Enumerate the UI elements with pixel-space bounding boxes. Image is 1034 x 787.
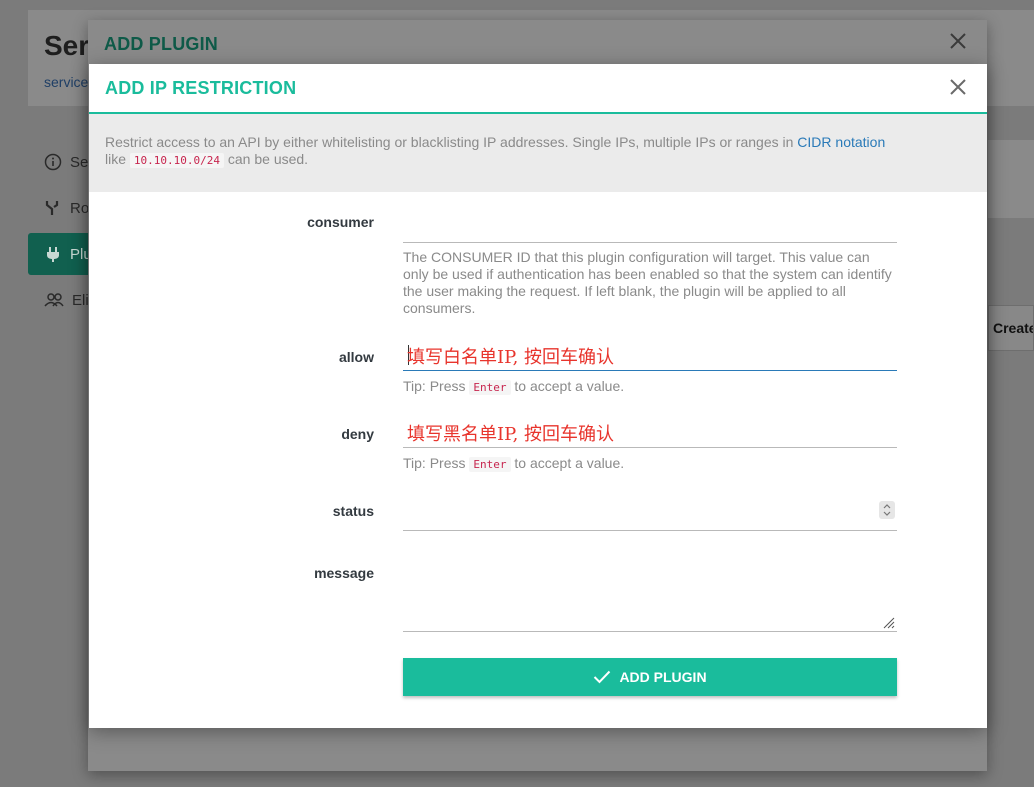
consumer-help: The CONSUMER ID that this plugin configu… (403, 249, 892, 316)
close-icon[interactable] (947, 30, 969, 52)
ip-restriction-modal: ADD IP RESTRICTION Restrict access to an… (89, 64, 987, 728)
create-button[interactable]: Create (988, 305, 1034, 351)
deny-input[interactable]: 填写黑名单IP, 按回车确认 (403, 420, 897, 448)
consumer-input[interactable] (403, 214, 897, 243)
tip-text: to accept a value. (510, 378, 625, 394)
background-panel (988, 140, 1034, 218)
deny-label: deny (341, 426, 374, 442)
resize-handle-icon[interactable] (881, 615, 895, 629)
enter-key-code: Enter (469, 380, 511, 395)
enter-key-code: Enter (469, 457, 511, 472)
cidr-notation-link[interactable]: CIDR notation (797, 134, 885, 150)
route-icon (45, 201, 59, 215)
modal-header: ADD IP RESTRICTION (89, 64, 987, 114)
description-text: like (105, 151, 130, 167)
allow-input[interactable]: 填写白名单IP, 按回车确认 (403, 341, 897, 371)
add-plugin-button-label: ADD PLUGIN (619, 669, 707, 685)
allow-tip: Tip: Press Enter to accept a value. (403, 378, 903, 396)
tip-text: Tip: Press (403, 378, 470, 394)
plugin-form: consumer The CONSUMER ID that this plugi… (89, 192, 987, 728)
status-number-input[interactable] (403, 497, 897, 531)
sidebar-item-label: Eli (72, 291, 89, 309)
modal-title: ADD IP RESTRICTION (105, 78, 297, 98)
cidr-example-code: 10.10.10.0/24 (129, 153, 224, 168)
close-icon[interactable] (947, 76, 969, 98)
message-textarea[interactable] (403, 560, 897, 632)
add-plugin-button[interactable]: ADD PLUGIN (403, 658, 897, 696)
check-icon (594, 670, 611, 684)
consumer-label: consumer (307, 214, 374, 230)
description-text: Restrict access to an API by either whit… (105, 134, 798, 150)
sidebar-item-label: Ro (70, 199, 90, 217)
add-plugin-modal-title: ADD PLUGIN (104, 34, 218, 54)
info-icon (44, 153, 62, 171)
tip-text: Tip: Press (403, 455, 470, 471)
tip-text: to accept a value. (510, 455, 625, 471)
message-label: message (314, 565, 374, 581)
status-label: status (332, 503, 374, 519)
background-title: Ser (44, 30, 90, 61)
plug-icon (47, 247, 59, 262)
plugin-description: Restrict access to an API by either whit… (89, 114, 987, 192)
deny-tip: Tip: Press Enter to accept a value. (403, 455, 903, 473)
background-subtitle: service (44, 74, 89, 90)
allow-input-text: 填写白名单IP, 按回车确认 (407, 347, 615, 368)
deny-input-text: 填写黑名单IP, 按回车确认 (407, 424, 615, 445)
description-text: can be used. (224, 151, 309, 167)
users-icon (44, 293, 64, 307)
allow-label: allow (338, 349, 374, 365)
sidebar-item-label: Se (70, 153, 89, 171)
stepper-icon[interactable] (879, 501, 895, 519)
